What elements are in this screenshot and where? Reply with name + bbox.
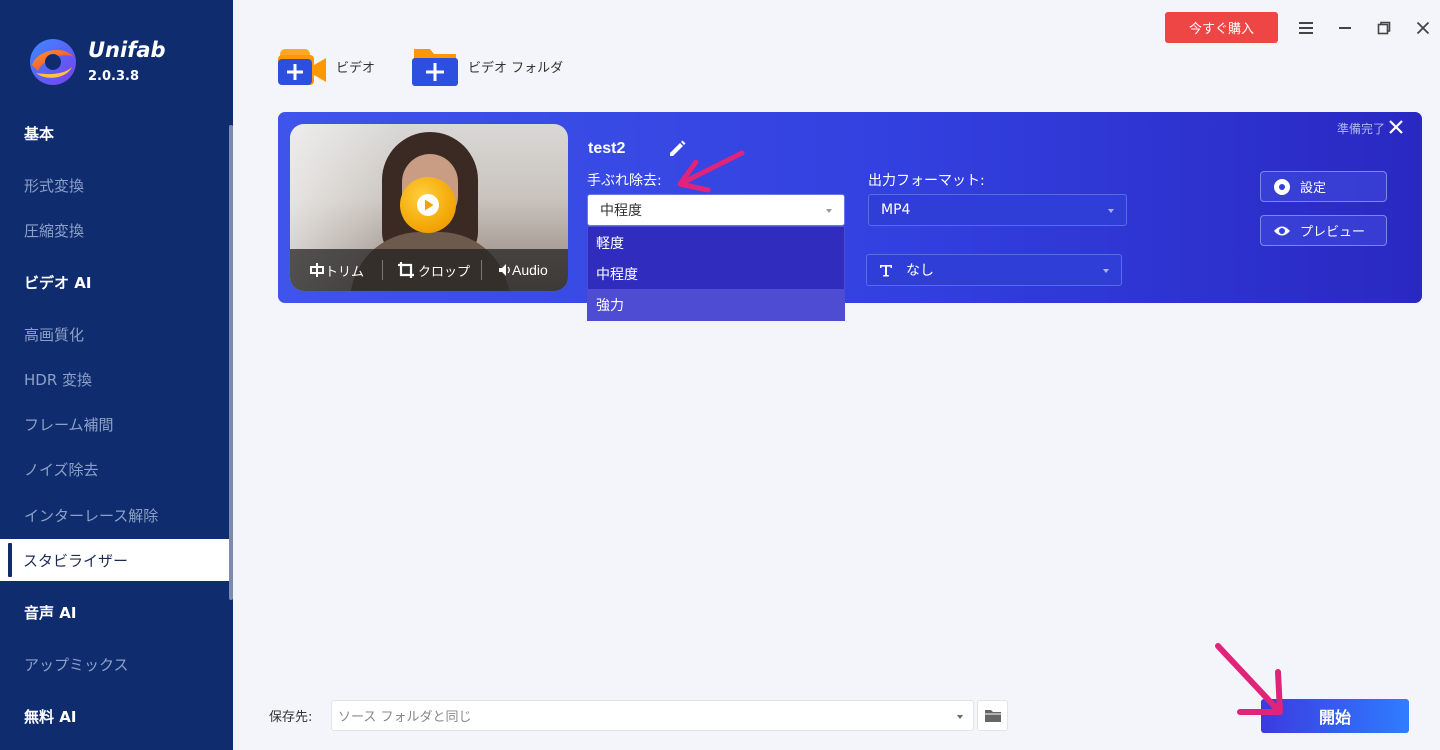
thumbnail-toolbar: トリム クロップ Audio [290,249,568,291]
shake-removal-dropdown: 軽度 中程度 強力 [587,226,845,321]
save-location-select[interactable]: ソース フォルダと同じ [331,700,974,731]
shake-option-light[interactable]: 軽度 [588,227,844,258]
chevron-down-icon [1103,269,1109,273]
trim-button[interactable]: トリム [290,249,382,291]
add-folder-icon [412,49,458,86]
sidebar-item-hdr[interactable]: HDR 変換 [0,358,230,400]
save-location-value: ソース フォルダと同じ [338,710,472,725]
preview-button[interactable]: プレビュー [1260,215,1387,246]
audio-button[interactable]: Audio [482,249,548,291]
chevron-down-icon [826,209,832,213]
speaker-icon [499,264,510,276]
audio-label: Audio [512,262,548,278]
save-location-label: 保存先: [269,710,313,725]
sidebar-item-frame-interpolation[interactable]: フレーム補間 [0,403,230,445]
app-name: Unifab [88,38,166,62]
shake-removal-value: 中程度 [600,203,642,219]
crop-label: クロップ [418,264,471,280]
app-logo: Unifab 2.0.3.8 [28,37,228,89]
task-status: 準備完了 [1336,122,1385,136]
trim-label: トリム [325,264,365,280]
output-format-value: MP4 [881,202,911,218]
eye-icon [1274,226,1290,235]
subtitle-select[interactable]: なし [866,254,1122,286]
trim-icon [310,263,324,277]
shake-removal-label: 手ぶれ除去: [587,173,662,189]
sidebar-item-deinterlace[interactable]: インターレース解除 [0,494,230,536]
preview-label: プレビュー [1300,225,1366,240]
sidebar-section-basic[interactable]: 基本 [0,112,230,154]
folder-icon [984,709,1001,722]
crop-button[interactable]: クロップ [383,249,481,291]
chevron-down-icon [957,715,963,719]
sidebar-item-denoise[interactable]: ノイズ除去 [0,448,230,490]
add-folder-button[interactable]: ビデオ フォルダ [412,44,563,88]
settings-label: 設定 [1300,181,1327,196]
output-format-label: 出力フォーマット: [868,173,985,189]
sidebar-scrollbar[interactable] [229,125,233,600]
remove-task-icon[interactable] [1387,118,1405,136]
buy-now-button[interactable]: 今すぐ購入 [1165,12,1278,43]
subtitle-value: なし [906,263,934,279]
restore-icon[interactable] [1370,14,1398,42]
unifab-logo-icon [30,39,76,85]
sidebar-item-compress[interactable]: 圧縮変換 [0,209,230,251]
sidebar-section-audio-ai[interactable]: 音声 AI [0,591,230,633]
text-icon [880,265,892,277]
minimize-icon[interactable] [1331,14,1359,42]
play-button[interactable] [400,177,456,233]
task-card: トリム クロップ Audio test2 準備完了 手ぶれ除去: 出力フォーマッ… [278,112,1422,303]
sidebar-item-stabilizer[interactable]: スタビライザー [0,539,230,581]
edit-name-icon[interactable] [667,139,687,159]
add-video-label: ビデオ [336,60,376,76]
shake-removal-select[interactable]: 中程度 [587,194,845,226]
chevron-down-icon [1108,209,1114,213]
sidebar-section-video-ai[interactable]: ビデオ AI [0,261,230,303]
file-name: test2 [588,140,626,157]
add-video-icon [278,49,326,85]
sidebar-item-upmix[interactable]: アップミックス [0,643,230,685]
shake-option-strong[interactable]: 強力 [588,289,844,320]
browse-folder-button[interactable] [977,700,1008,731]
shake-option-medium[interactable]: 中程度 [588,258,844,289]
sidebar-item-upscale[interactable]: 高画質化 [0,313,230,355]
play-icon [417,194,439,216]
video-thumbnail[interactable]: トリム クロップ Audio [290,124,568,291]
start-button[interactable]: 開始 [1261,699,1409,733]
sidebar-section-free-ai[interactable]: 無料 AI [0,695,230,737]
crop-icon [398,262,414,278]
gear-icon [1274,178,1290,195]
hamburger-icon[interactable] [1292,14,1320,42]
add-video-button[interactable]: ビデオ [278,44,375,88]
sidebar: Unifab 2.0.3.8 基本 形式変換 圧縮変換 ビデオ AI 高画質化 … [0,0,233,750]
output-format-select[interactable]: MP4 [868,194,1127,226]
add-folder-label: ビデオ フォルダ [468,60,564,76]
app-version: 2.0.3.8 [88,69,139,84]
sidebar-item-format-convert[interactable]: 形式変換 [0,164,230,206]
settings-button[interactable]: 設定 [1260,171,1387,202]
close-icon[interactable] [1409,14,1437,42]
